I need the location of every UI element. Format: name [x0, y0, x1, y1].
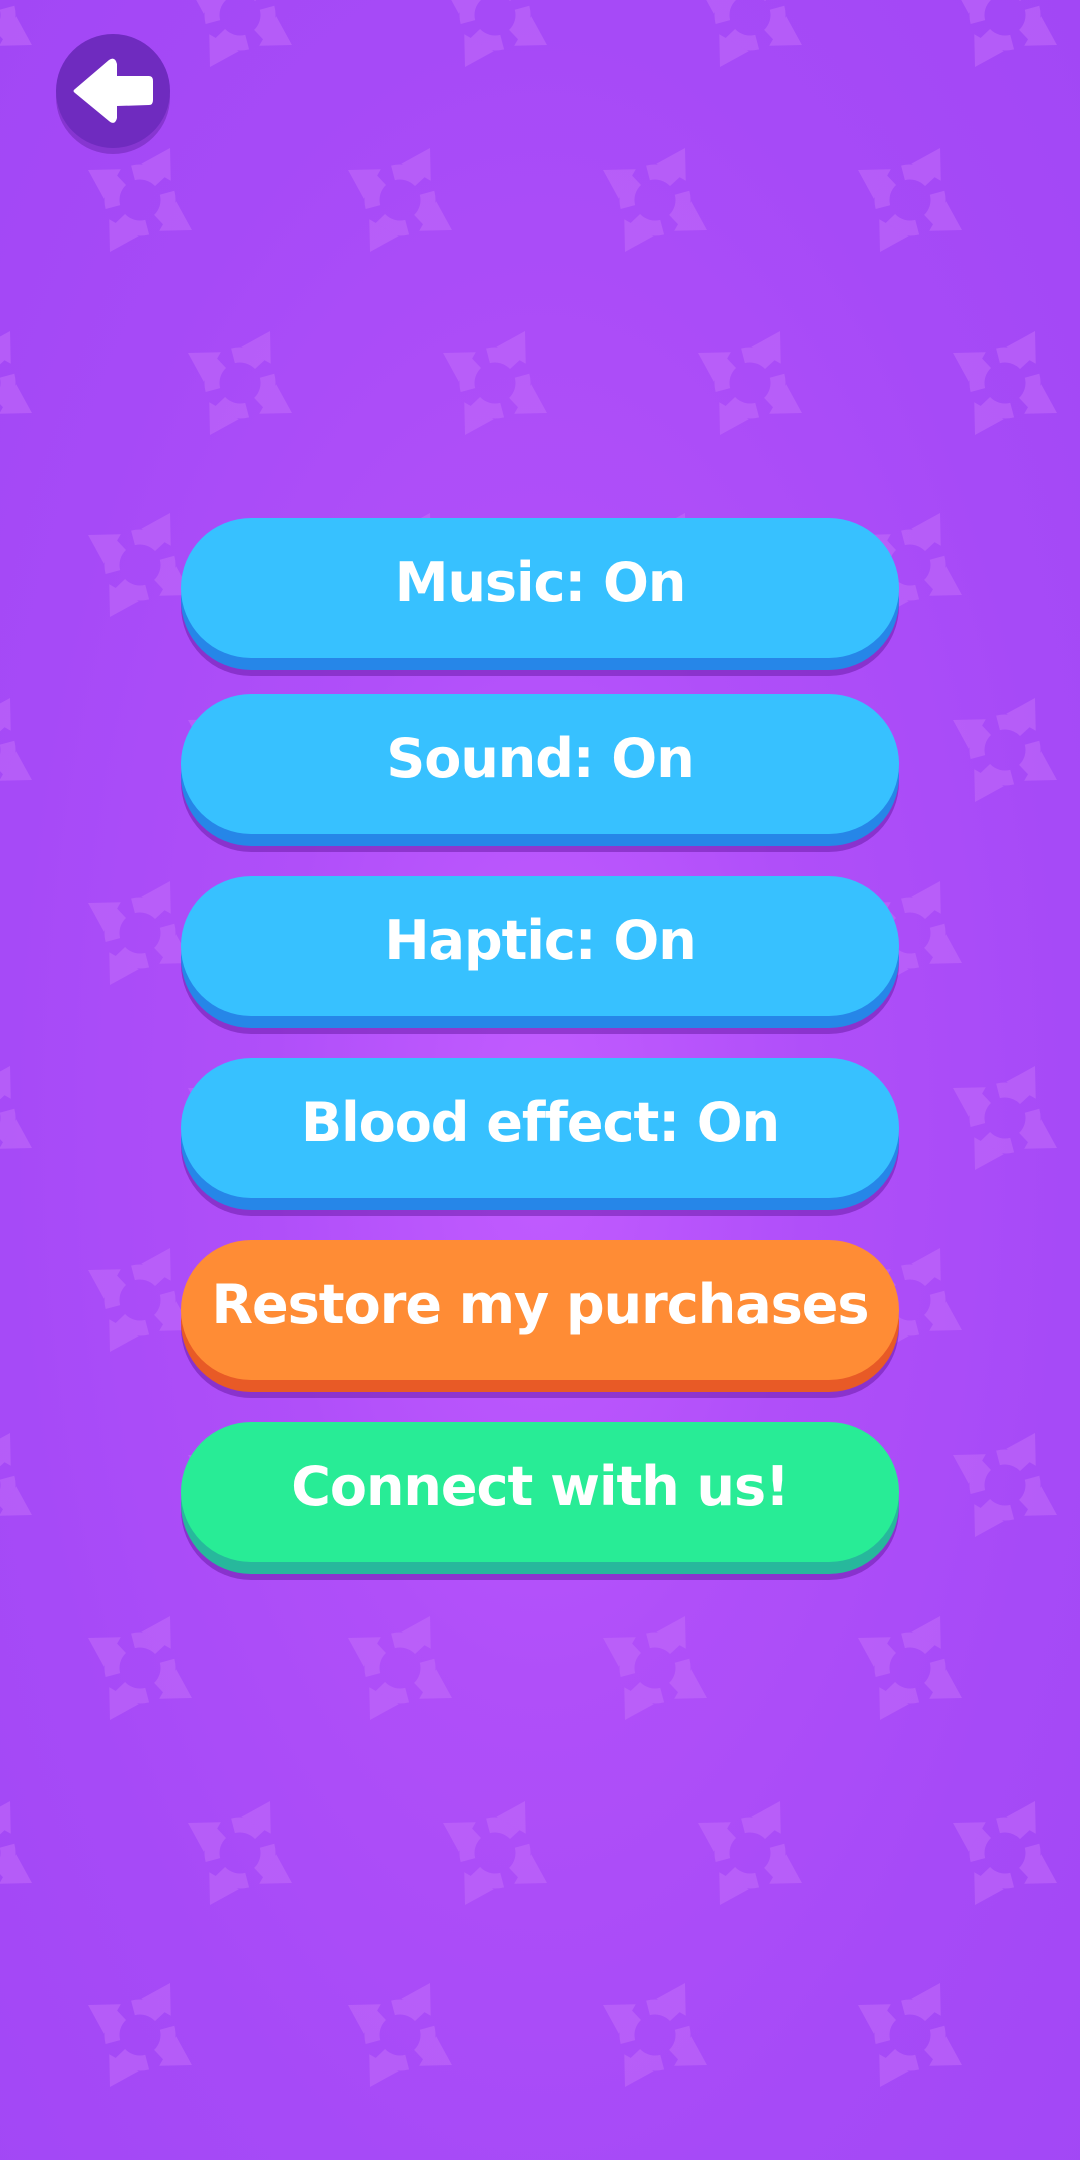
rotating-arrows-icon [0, 1066, 32, 1154]
music-toggle-label: Music: On [394, 550, 687, 614]
sound-toggle-button[interactable]: Sound: On [181, 694, 899, 834]
rotating-arrows-icon [348, 1616, 452, 1720]
rotating-arrows-icon [858, 148, 962, 252]
arrow-left-icon [73, 58, 153, 123]
rotating-arrows-icon [953, 0, 1057, 67]
rotating-arrows-icon [188, 0, 292, 67]
restore-purchases-button[interactable]: Restore my purchases [181, 1240, 899, 1380]
rotating-arrows-icon [858, 1616, 962, 1720]
rotating-arrows-icon [0, 0, 32, 51]
connect-with-us-button[interactable]: Connect with us! [181, 1422, 899, 1562]
rotating-arrows-icon [953, 1066, 1057, 1170]
rotating-arrows-icon [858, 1983, 962, 2087]
rotating-arrows-icon [443, 331, 547, 435]
rotating-arrows-icon [443, 1801, 547, 1905]
rotating-arrows-icon [88, 148, 192, 252]
haptic-toggle-button[interactable]: Haptic: On [181, 876, 899, 1016]
rotating-arrows-icon [0, 1801, 32, 1889]
rotating-arrows-icon [953, 1801, 1057, 1905]
rotating-arrows-icon [953, 698, 1057, 802]
rotating-arrows-icon [603, 1983, 707, 2087]
rotating-arrows-icon [0, 331, 32, 419]
blood-effect-toggle-label: Blood effect: On [300, 1090, 780, 1154]
rotating-arrows-icon [88, 1616, 192, 1720]
haptic-toggle-label: Haptic: On [384, 908, 696, 972]
music-toggle-button[interactable]: Music: On [181, 518, 899, 658]
rotating-arrows-icon [0, 698, 32, 786]
sound-toggle-label: Sound: On [386, 726, 694, 790]
blood-effect-toggle-button[interactable]: Blood effect: On [181, 1058, 899, 1198]
restore-purchases-label: Restore my purchases [211, 1272, 869, 1336]
rotating-arrows-icon [188, 331, 292, 435]
rotating-arrows-icon [603, 1616, 707, 1720]
rotating-arrows-icon [698, 1801, 802, 1905]
rotating-arrows-icon [698, 331, 802, 435]
rotating-arrows-icon [953, 1433, 1057, 1537]
rotating-arrows-icon [443, 0, 547, 67]
rotating-arrows-icon [188, 1801, 292, 1905]
rotating-arrows-icon [603, 148, 707, 252]
rotating-arrows-icon [0, 1433, 32, 1521]
rotating-arrows-icon [348, 1983, 452, 2087]
rotating-arrows-icon [88, 1983, 192, 2087]
connect-with-us-label: Connect with us! [291, 1454, 790, 1518]
back-button[interactable] [56, 34, 170, 148]
rotating-arrows-icon [953, 331, 1057, 435]
rotating-arrows-icon [698, 0, 802, 67]
rotating-arrows-icon [348, 148, 452, 252]
